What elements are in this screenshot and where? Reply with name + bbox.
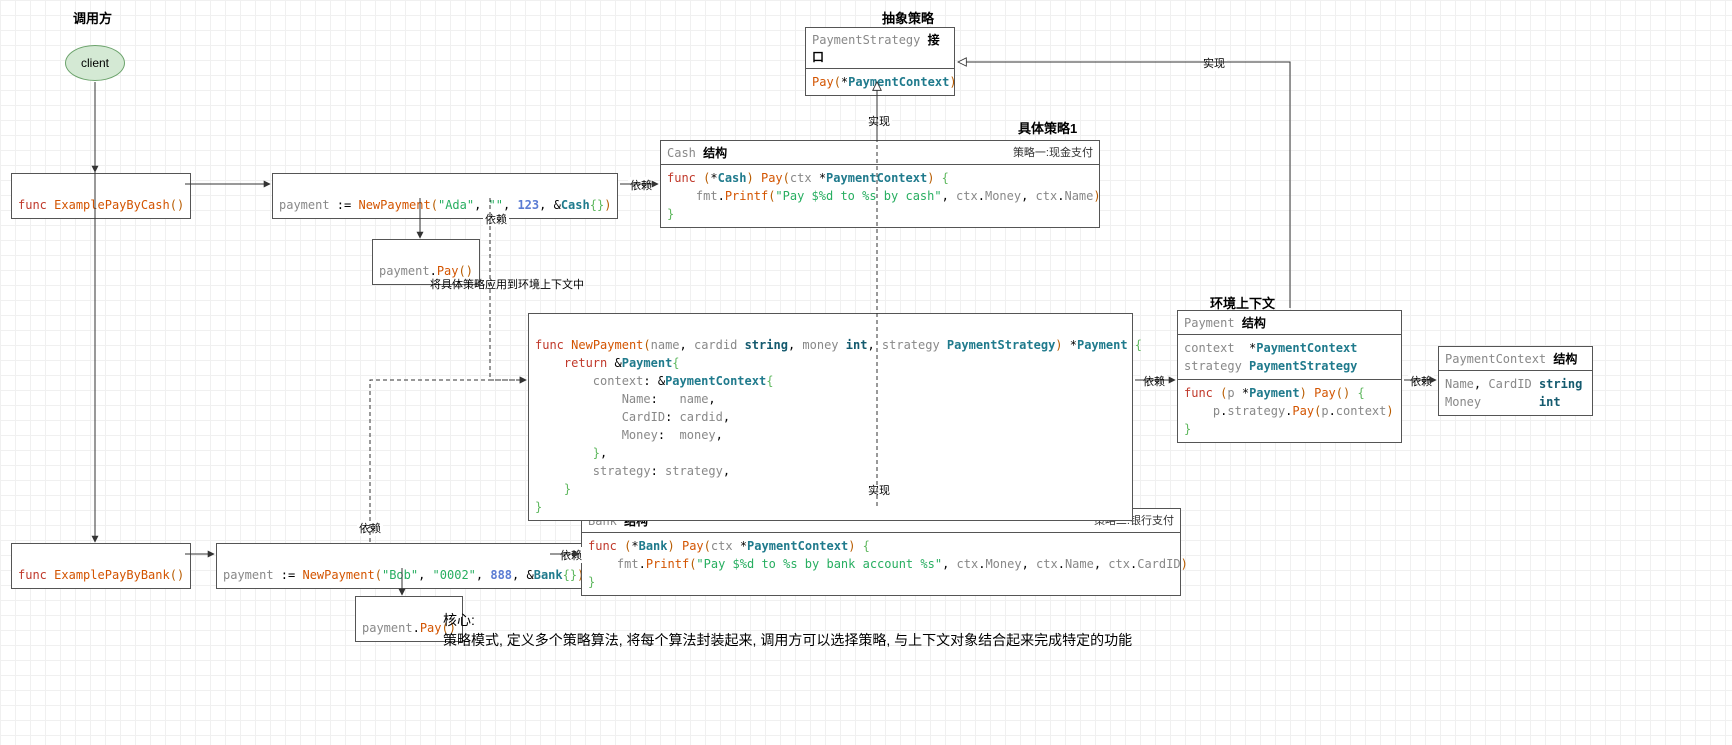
edge-impl-2: 实现: [866, 482, 892, 498]
label-abstract: 抽象策略: [882, 8, 934, 27]
bank-struct-box: Bank 结构策略二:银行支付 func (*Bank) Pay(ctx *Pa…: [581, 508, 1181, 596]
newpayment-func-box: func NewPayment(name, cardid string, mon…: [528, 313, 1133, 521]
paymentcontext-struct-box: PaymentContext 结构 Name, CardID string Mo…: [1438, 346, 1593, 416]
label-caller: 调用方: [73, 8, 112, 27]
edge-depend-1: 依赖: [628, 177, 654, 193]
strategy-interface-box: PaymentStrategy 接口 Pay(*PaymentContext): [805, 27, 955, 96]
edge-depend-3: 依赖: [357, 520, 383, 536]
example-bank-node: func ExamplePayByBank(): [11, 543, 191, 589]
core-text: 策略模式, 定义多个策略算法, 将每个算法封装起来, 调用方可以选择策略, 与上…: [443, 630, 1132, 651]
apply-strategy-text: 将具体策略应用到环境上下文中: [430, 276, 584, 292]
edge-depend-6: 依赖: [1408, 373, 1434, 389]
example-cash-node: func ExamplePayByCash(): [11, 173, 191, 219]
edge-impl-3: 实现: [1201, 55, 1227, 71]
edge-impl-1: 实现: [866, 113, 892, 129]
payment-cash-call: payment := NewPayment("Ada", "", 123, &C…: [272, 173, 618, 219]
payment-bank-call: payment := NewPayment("Bob", "0002", 888…: [216, 543, 591, 589]
cash-struct-box: Cash 结构策略一:现金支付 func (*Cash) Pay(ctx *Pa…: [660, 140, 1100, 228]
payment-struct-box: Payment 结构 context *PaymentContext strat…: [1177, 310, 1402, 443]
edge-depend-2: 依赖: [483, 211, 509, 227]
client-node: client: [65, 45, 125, 81]
label-strategy1: 具体策略1: [1018, 118, 1077, 137]
edge-depend-4: 依赖: [558, 547, 584, 563]
edge-depend-5: 依赖: [1141, 373, 1167, 389]
core-title: 核心:: [443, 610, 475, 631]
